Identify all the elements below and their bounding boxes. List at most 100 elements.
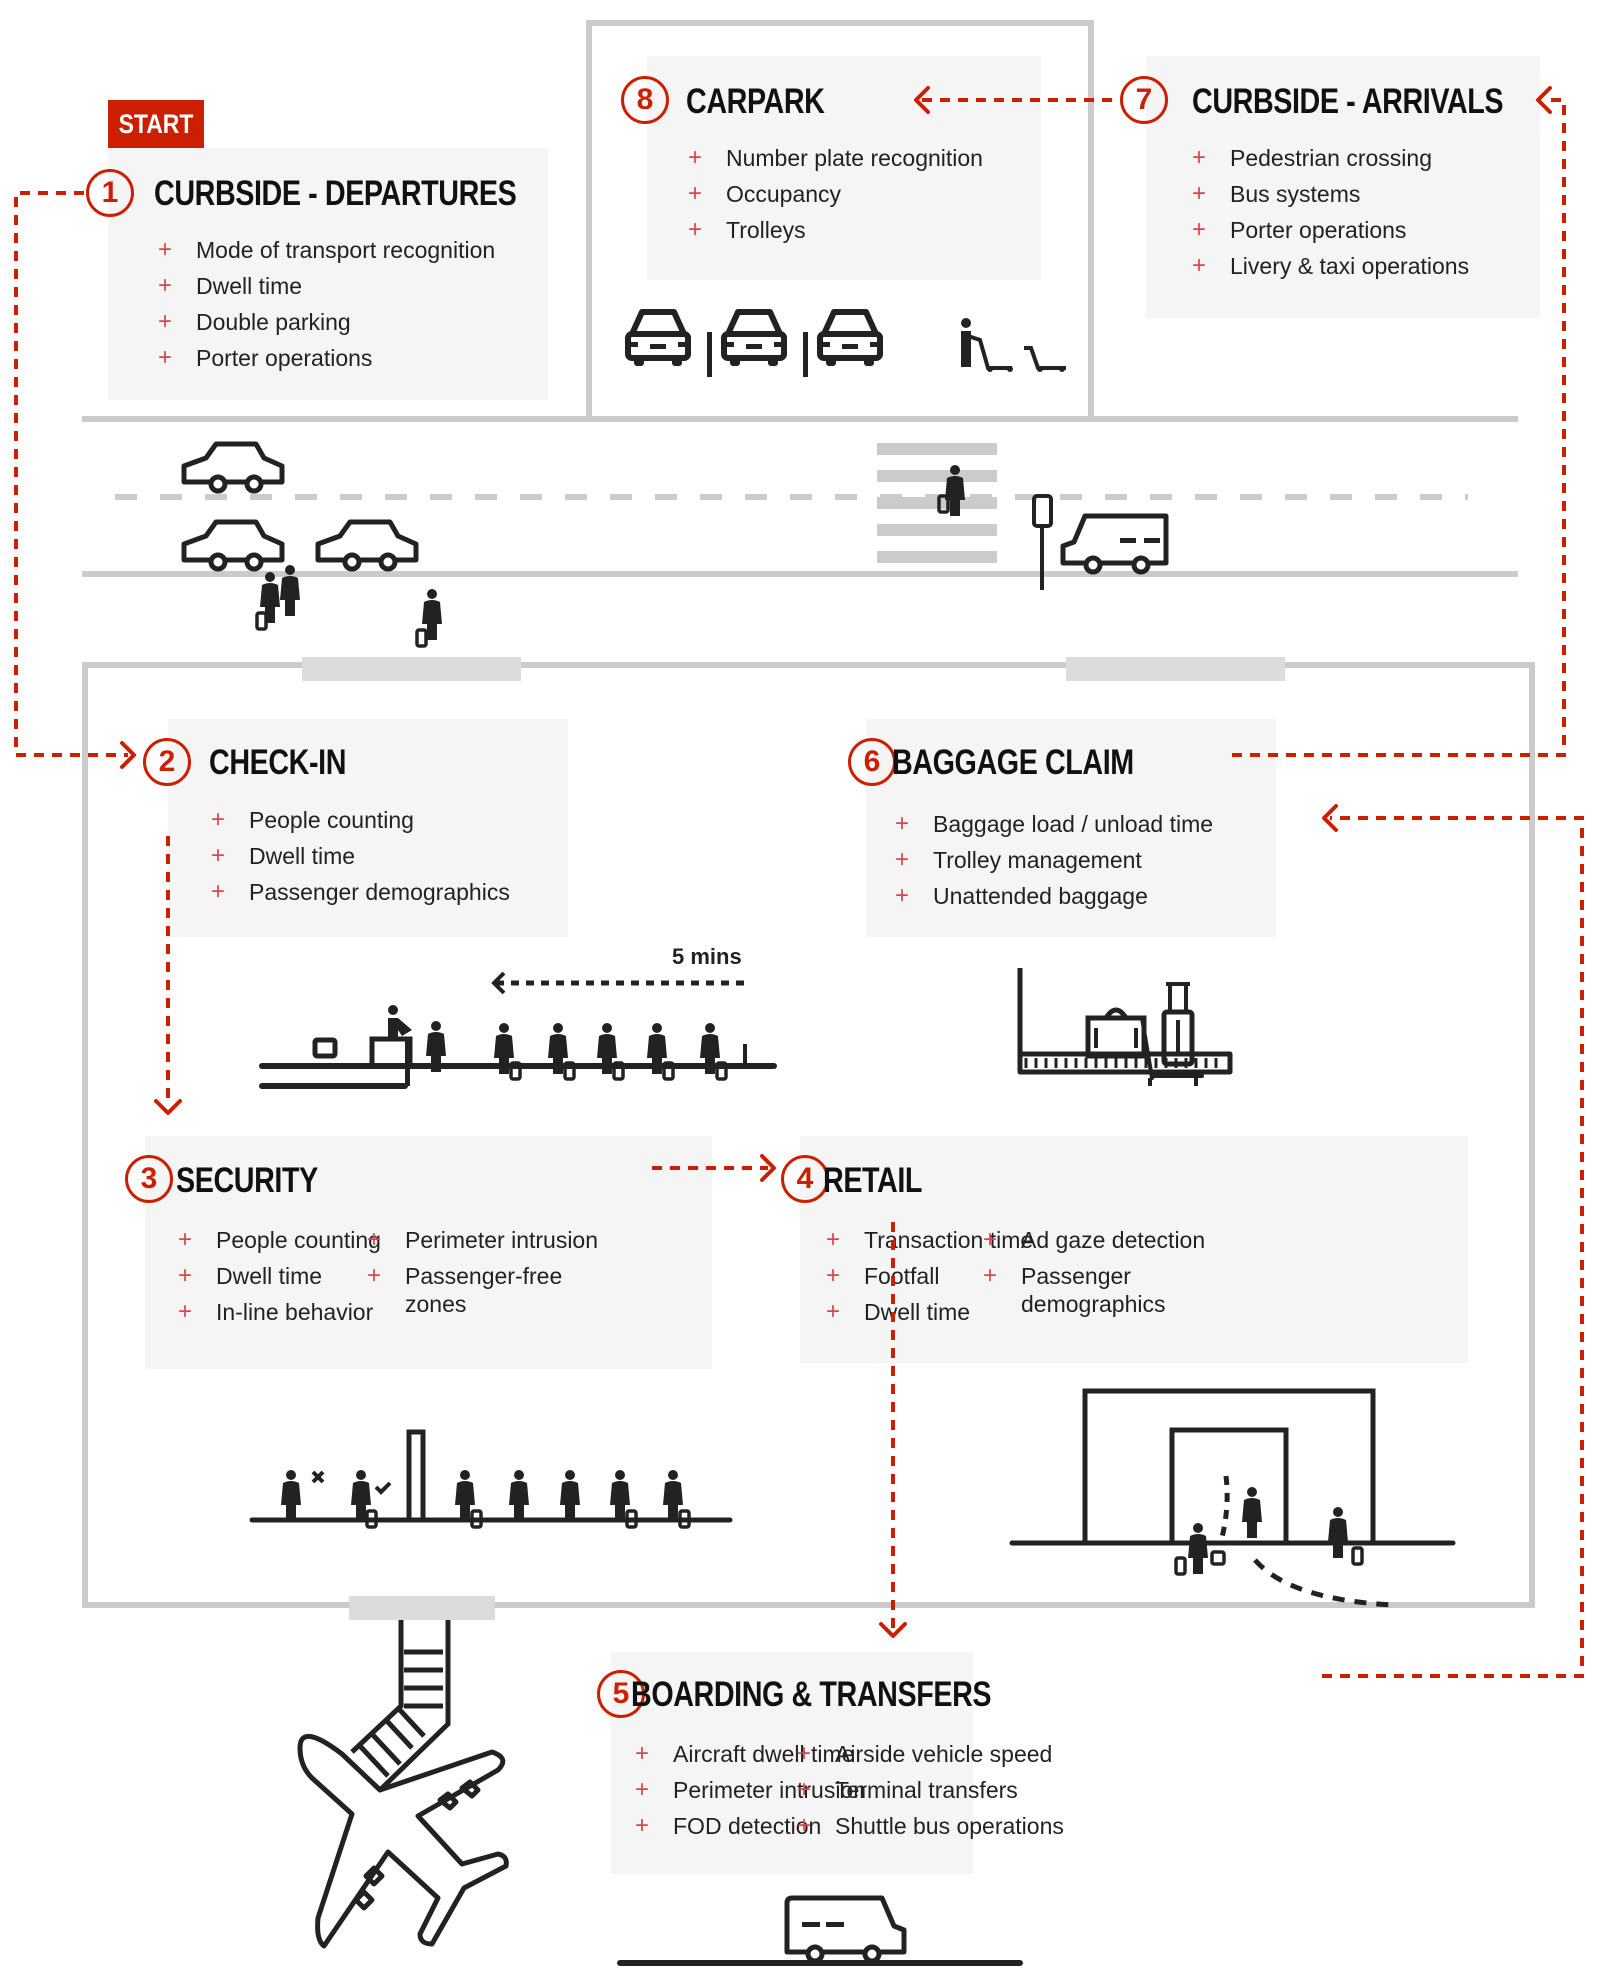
road-edge-top [82, 416, 1518, 422]
arrowhead-to-5 [879, 1622, 907, 1638]
stage-2-title: CHECK-IN [209, 743, 347, 782]
plus-icon: + [158, 272, 173, 299]
plus-icon: + [983, 1226, 998, 1253]
car-icon [184, 522, 282, 569]
plus-icon: + [211, 842, 226, 869]
list-item: + Passenger-free zones [367, 1262, 563, 1317]
list-item: + People counting [178, 1222, 381, 1258]
terminal-entrance-right [1066, 657, 1285, 681]
stage-8-title: CARPARK [686, 82, 825, 121]
list-item: + Ad gaze detection [983, 1222, 1241, 1258]
list-item: + Livery & taxi operations [1192, 248, 1469, 284]
list-item: + Occupancy [688, 176, 983, 212]
plus-icon: + [178, 1226, 193, 1253]
stage-3-items-col2: + Perimeter intrusion + Passenger-free zon… [367, 1222, 625, 1318]
list-item: + Shuttle bus operations [797, 1808, 1064, 1844]
list-item: + Bus systems [1192, 176, 1469, 212]
stage-2-badge: 2 [143, 738, 191, 786]
list-item: + Dwell time [178, 1258, 381, 1294]
stage-7-items: + Pedestrian crossing + Bus systems + Porte… [1192, 140, 1469, 284]
plus-icon: + [635, 1776, 650, 1803]
plus-icon: + [895, 810, 910, 837]
queue-time-label: 5 mins [672, 944, 742, 969]
plus-icon: + [1192, 252, 1207, 279]
stage-5-title: BOARDING & TRANSFERS [631, 1675, 992, 1714]
plus-icon: + [211, 878, 226, 905]
plus-icon: + [797, 1812, 812, 1839]
stage-1-title: CURBSIDE - DEPARTURES [154, 174, 517, 213]
plus-icon: + [895, 846, 910, 873]
crosswalk-icon [877, 443, 997, 563]
stage-1-items: + Mode of transport recognition + Dwell ti… [158, 232, 495, 376]
list-item: + Dwell time [211, 838, 510, 874]
plus-icon: + [983, 1262, 998, 1289]
list-item: + Passenger demographics [983, 1262, 1166, 1317]
stage-6-items: + Baggage load / unload time + Trolley man… [895, 806, 1213, 914]
plus-icon: + [367, 1262, 382, 1289]
passenger-with-bag-icon [415, 589, 442, 648]
list-item: + Porter operations [1192, 212, 1469, 248]
stage-4-badge: 4 [781, 1155, 829, 1203]
plus-icon: + [688, 180, 703, 207]
airplane-icon [297, 1733, 509, 1949]
plus-icon: + [1192, 144, 1207, 171]
plus-icon: + [1192, 180, 1207, 207]
plus-icon: + [635, 1740, 650, 1767]
shuttle-bus-icon [617, 1895, 1023, 1966]
stage-3-title: SECURITY [176, 1161, 318, 1200]
list-item: + Baggage load / unload time [895, 806, 1213, 842]
jet-bridge-icon [350, 1620, 451, 1792]
plus-icon: + [826, 1298, 841, 1325]
plus-icon: + [178, 1262, 193, 1289]
stage-7-badge: 7 [1120, 76, 1168, 124]
list-item: + Perimeter intrusion [367, 1222, 625, 1258]
plus-icon: + [797, 1740, 812, 1767]
terminal-entrance-left [302, 657, 521, 681]
list-item: + Trolleys [688, 212, 983, 248]
stage-3-items-col1: + People counting + Dwell time + In-line be… [178, 1222, 381, 1330]
plus-icon: + [635, 1812, 650, 1839]
plus-icon: + [688, 216, 703, 243]
plus-icon: + [688, 144, 703, 171]
road-edge-bottom [82, 571, 1518, 577]
plus-icon: + [211, 806, 226, 833]
stage-8-items: + Number plate recognition + Occupancy + Tr… [688, 140, 983, 248]
list-item: + In-line behavior [178, 1294, 381, 1330]
start-label: START [108, 100, 204, 148]
bus-icon [1060, 513, 1169, 575]
pedestrian-crossing-icon [937, 465, 965, 516]
start-text: START [118, 109, 194, 139]
list-item: + Unattended baggage [895, 878, 1213, 914]
stage-3-badge: 3 [125, 1155, 173, 1203]
list-item: + Passenger demographics [211, 874, 510, 910]
list-item: + Porter operations [158, 340, 495, 376]
stage-7-title: CURBSIDE - ARRIVALS [1192, 82, 1504, 121]
car-icon [184, 444, 282, 491]
stage-8-badge: 8 [621, 76, 669, 124]
stage-6-badge: 6 [848, 738, 896, 786]
stage-5-items-col2: + Airside vehicle speed + Terminal transfe… [797, 1736, 1064, 1844]
list-item: + Trolley management [895, 842, 1213, 878]
plus-icon: + [178, 1298, 193, 1325]
list-item: + Terminal transfers [797, 1772, 1064, 1808]
plus-icon: + [158, 344, 173, 371]
list-item: + Double parking [158, 304, 495, 340]
plus-icon: + [826, 1226, 841, 1253]
plus-icon: + [158, 308, 173, 335]
plus-icon: + [1192, 216, 1207, 243]
stage-6-title: BAGGAGE CLAIM [892, 743, 1134, 782]
list-item: + People counting [211, 802, 510, 838]
plus-icon: + [895, 882, 910, 909]
list-item: + Pedestrian crossing [1192, 140, 1469, 176]
plus-icon: + [826, 1262, 841, 1289]
boarding-gate [349, 1596, 495, 1620]
stage-1-badge: 1 [86, 169, 134, 217]
car-icon [318, 522, 416, 569]
list-item: + Dwell time [158, 268, 495, 304]
stage-2-items: + People counting + Dwell time + Passenger … [211, 802, 510, 910]
plus-icon: + [367, 1226, 382, 1253]
plus-icon: + [158, 236, 173, 263]
stage-4-items-col2: + Ad gaze detection + Passenger demographi… [983, 1222, 1241, 1318]
list-item: + Number plate recognition [688, 140, 983, 176]
plus-icon: + [797, 1776, 812, 1803]
